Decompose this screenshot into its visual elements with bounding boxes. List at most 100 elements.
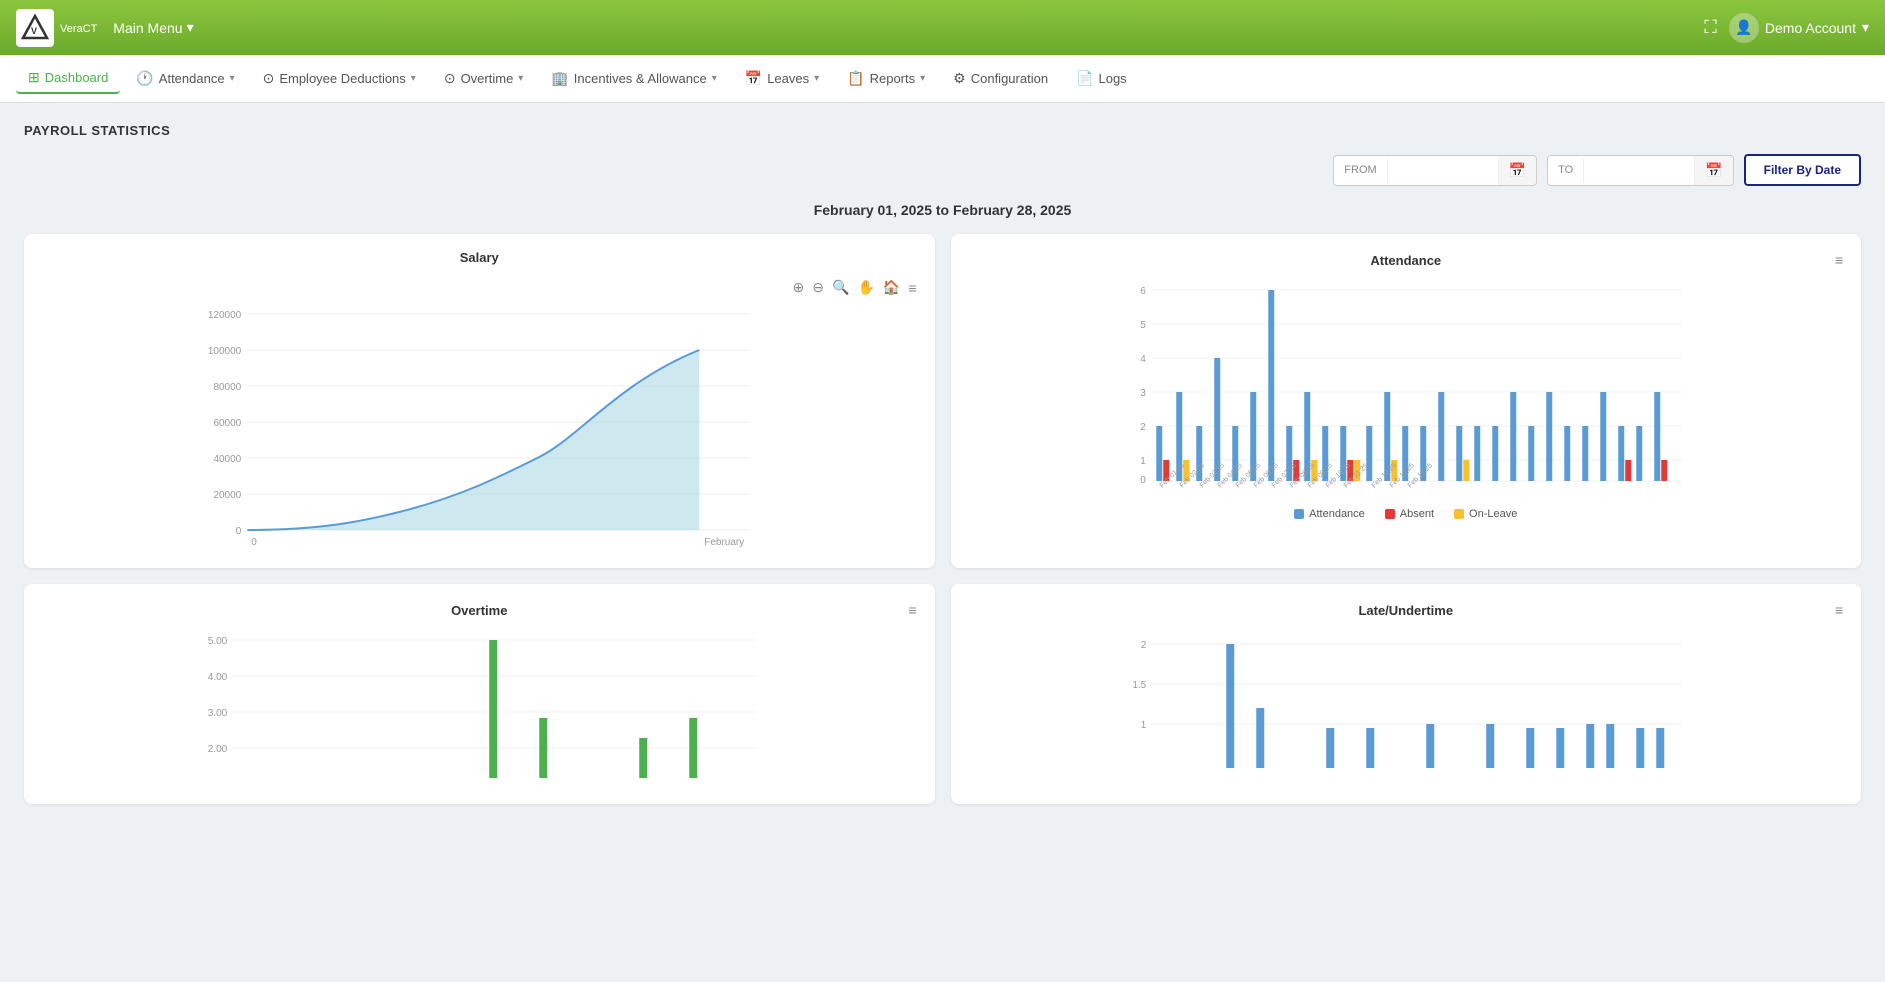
legend-label-absent: Absent bbox=[1400, 508, 1434, 520]
nav-item-logs[interactable]: 📄 Logs bbox=[1064, 64, 1139, 93]
legend-on-leave: On-Leave bbox=[1454, 508, 1517, 520]
from-date-wrap: FROM 📅 bbox=[1333, 155, 1537, 186]
svg-text:5: 5 bbox=[1140, 320, 1146, 331]
main-menu-button[interactable]: Main Menu ▾ bbox=[113, 19, 193, 36]
legend-attendance: Attendance bbox=[1294, 508, 1365, 520]
page-title: PAYROLL STATISTICS bbox=[24, 123, 1861, 138]
account-chevron-icon: ▾ bbox=[1862, 19, 1869, 36]
attendance-chevron-icon: ▾ bbox=[230, 73, 235, 84]
logo: V VeraCT bbox=[16, 9, 97, 47]
legend-label-attendance: Attendance bbox=[1309, 508, 1365, 520]
svg-text:2: 2 bbox=[1140, 640, 1146, 651]
svg-text:1: 1 bbox=[1140, 720, 1146, 731]
nav-bar: ⊞ Dashboard 🕐 Attendance ▾ ⊙ Employee De… bbox=[0, 55, 1885, 103]
from-calendar-button[interactable]: 📅 bbox=[1498, 156, 1536, 185]
salary-zoom-reset-btn[interactable]: 🔍 bbox=[830, 277, 851, 298]
overtime-menu-btn[interactable]: ≡ bbox=[906, 600, 918, 620]
logo-svg: V bbox=[21, 14, 49, 42]
top-bar: V VeraCT Main Menu ▾ ⛶ 👤 Demo Account ▾ bbox=[0, 0, 1885, 55]
nav-item-leaves[interactable]: 📅 Leaves ▾ bbox=[733, 64, 831, 93]
nav-label-incentives: Incentives & Allowance bbox=[574, 71, 707, 86]
salary-menu-btn[interactable]: ≡ bbox=[906, 277, 918, 298]
svg-text:0: 0 bbox=[236, 526, 242, 537]
late-undertime-menu-btn[interactable]: ≡ bbox=[1833, 600, 1845, 620]
from-label: FROM bbox=[1334, 158, 1387, 182]
account-avatar: 👤 bbox=[1729, 13, 1759, 43]
nav-item-dashboard[interactable]: ⊞ Dashboard bbox=[16, 63, 120, 94]
dashboard-nav-icon: ⊞ bbox=[28, 69, 40, 86]
main-content: PAYROLL STATISTICS FROM 📅 TO 📅 Filter By… bbox=[0, 103, 1885, 824]
nav-item-employee-deductions[interactable]: ⊙ Employee Deductions ▾ bbox=[251, 64, 428, 93]
legend-absent: Absent bbox=[1385, 508, 1434, 520]
leaves-nav-icon: 📅 bbox=[745, 70, 762, 87]
svg-text:3.00: 3.00 bbox=[208, 708, 228, 719]
salary-chart-title: Salary bbox=[40, 250, 919, 265]
svg-text:0: 0 bbox=[1140, 475, 1146, 486]
overtime-nav-icon: ⊙ bbox=[444, 70, 456, 87]
legend-label-on-leave: On-Leave bbox=[1469, 508, 1517, 520]
svg-text:6: 6 bbox=[1140, 286, 1146, 297]
from-date-input[interactable] bbox=[1388, 157, 1498, 183]
nav-label-attendance: Attendance bbox=[159, 71, 225, 86]
filter-bar: FROM 📅 TO 📅 Filter By Date bbox=[24, 154, 1861, 186]
attendance-menu-btn[interactable]: ≡ bbox=[1833, 250, 1845, 270]
nav-label-reports: Reports bbox=[870, 71, 916, 86]
svg-text:40000: 40000 bbox=[213, 454, 241, 465]
salary-chart-card: Salary ⊕ ⊖ 🔍 ✋ 🏠 ≡ 120000 100000 80000 6… bbox=[24, 234, 935, 568]
svg-text:120000: 120000 bbox=[208, 310, 242, 321]
legend-dot-absent bbox=[1385, 509, 1395, 519]
late-undertime-chart-card: Late/Undertime ≡ 2 1.5 1 bbox=[951, 584, 1862, 804]
svg-text:0: 0 bbox=[251, 537, 257, 548]
svg-text:4: 4 bbox=[1140, 354, 1146, 365]
svg-text:4.00: 4.00 bbox=[208, 672, 228, 683]
svg-text:5.00: 5.00 bbox=[208, 636, 228, 647]
late-undertime-chart-title: Late/Undertime bbox=[1113, 603, 1699, 618]
attendance-chart-svg: 6 5 4 3 2 1 0 bbox=[967, 278, 1846, 498]
nav-label-dashboard: Dashboard bbox=[45, 70, 109, 85]
nav-item-incentives[interactable]: 🏢 Incentives & Allowance ▾ bbox=[539, 64, 728, 93]
late-undertime-chart-svg: 2 1.5 1 bbox=[967, 628, 1846, 788]
svg-text:100000: 100000 bbox=[208, 346, 242, 357]
salary-chart-svg: 120000 100000 80000 60000 40000 20000 0 bbox=[40, 302, 919, 552]
svg-text:1: 1 bbox=[1140, 456, 1146, 467]
overtime-chart-card: Overtime ≡ 5.00 4.00 3.00 2.00 bbox=[24, 584, 935, 804]
incentives-chevron-icon: ▾ bbox=[712, 73, 717, 84]
svg-text:2.00: 2.00 bbox=[208, 744, 228, 755]
account-name: Demo Account bbox=[1765, 20, 1856, 36]
overtime-chart-svg: 5.00 4.00 3.00 2.00 bbox=[40, 628, 919, 788]
nav-label-leaves: Leaves bbox=[767, 71, 809, 86]
charts-grid: Salary ⊕ ⊖ 🔍 ✋ 🏠 ≡ 120000 100000 80000 6… bbox=[24, 234, 1861, 804]
to-calendar-button[interactable]: 📅 bbox=[1694, 156, 1732, 185]
nav-item-configuration[interactable]: ⚙ Configuration bbox=[941, 64, 1060, 93]
salary-home-btn[interactable]: 🏠 bbox=[881, 277, 902, 298]
nav-label-overtime: Overtime bbox=[461, 71, 514, 86]
nav-label-employee-deductions: Employee Deductions bbox=[279, 71, 405, 86]
svg-text:1.5: 1.5 bbox=[1132, 680, 1146, 691]
account-button[interactable]: 👤 Demo Account ▾ bbox=[1729, 13, 1869, 43]
main-menu-chevron-icon: ▾ bbox=[187, 19, 194, 36]
deductions-nav-icon: ⊙ bbox=[263, 70, 275, 87]
logo-text: VeraCT bbox=[60, 23, 97, 35]
avatar-icon: 👤 bbox=[1735, 19, 1752, 36]
nav-item-attendance[interactable]: 🕐 Attendance ▾ bbox=[124, 64, 246, 93]
reports-chevron-icon: ▾ bbox=[920, 73, 925, 84]
nav-item-overtime[interactable]: ⊙ Overtime ▾ bbox=[432, 64, 536, 93]
to-date-wrap: TO 📅 bbox=[1547, 155, 1734, 186]
top-bar-left: V VeraCT Main Menu ▾ bbox=[16, 9, 194, 47]
leaves-chevron-icon: ▾ bbox=[814, 73, 819, 84]
salary-zoom-out-btn[interactable]: ⊖ bbox=[810, 277, 826, 298]
nav-label-logs: Logs bbox=[1098, 71, 1126, 86]
fullscreen-button[interactable]: ⛶ bbox=[1704, 17, 1717, 38]
nav-item-reports[interactable]: 📋 Reports ▾ bbox=[835, 64, 937, 93]
legend-dot-attendance bbox=[1294, 509, 1304, 519]
attendance-chart-card: Attendance ≡ 6 5 4 3 2 1 0 bbox=[951, 234, 1862, 568]
filter-by-date-button[interactable]: Filter By Date bbox=[1744, 154, 1861, 186]
salary-zoom-in-btn[interactable]: ⊕ bbox=[791, 277, 807, 298]
to-date-input[interactable] bbox=[1584, 157, 1694, 183]
svg-text:V: V bbox=[31, 26, 37, 36]
salary-pan-btn[interactable]: ✋ bbox=[855, 277, 876, 298]
svg-text:20000: 20000 bbox=[213, 490, 241, 501]
configuration-nav-icon: ⚙ bbox=[953, 70, 966, 87]
svg-text:3: 3 bbox=[1140, 388, 1146, 399]
nav-label-configuration: Configuration bbox=[971, 71, 1048, 86]
